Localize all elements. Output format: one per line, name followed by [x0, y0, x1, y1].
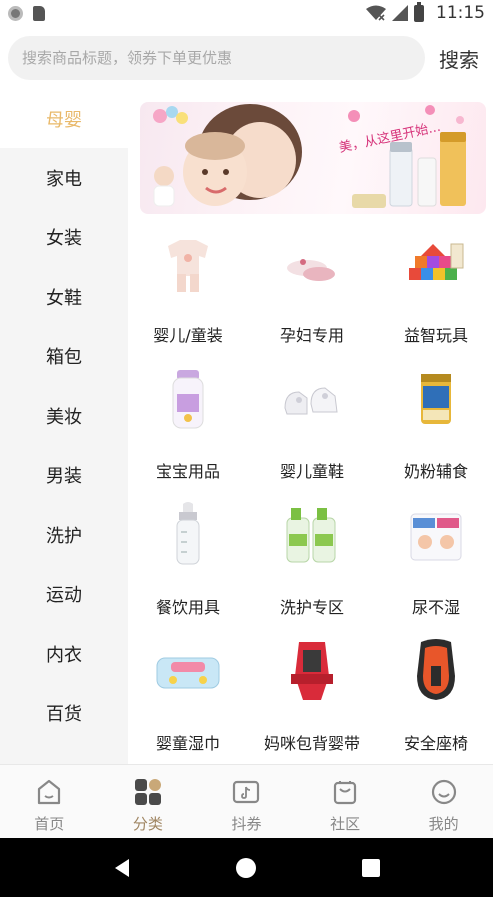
- subcategory-toys[interactable]: 益智玩具: [376, 228, 493, 358]
- subcategory-label: 餐饮用具: [155, 598, 220, 617]
- subcategory-baby-goods[interactable]: 宝宝用品: [128, 364, 248, 494]
- milk-powder-icon: [421, 374, 451, 424]
- tab-category[interactable]: 分类: [99, 765, 198, 838]
- maternity-shoes-icon: [287, 259, 335, 281]
- sidebar-item-yundong[interactable]: 运动: [0, 565, 128, 625]
- tab-home[interactable]: 首页: [0, 765, 99, 838]
- smile-icon: [431, 779, 456, 805]
- baby-carrier-icon: [291, 642, 333, 700]
- status-time: 11:15: [436, 3, 485, 23]
- subcategory-washing[interactable]: 洗护专区: [252, 500, 372, 630]
- promo-banner[interactable]: 美，从这里开始...: [140, 102, 486, 214]
- search-button[interactable]: 搜索: [439, 44, 479, 73]
- sidebar-item-nvzhuang[interactable]: 女装: [0, 208, 128, 268]
- subcategory-label: 孕妇专用: [279, 326, 344, 345]
- subcategory-milk-powder[interactable]: 奶粉辅食: [376, 364, 493, 494]
- detergent-icon: [286, 508, 336, 563]
- subcategory-baby-clothes[interactable]: 婴儿/童装: [128, 228, 248, 358]
- back-button[interactable]: [107, 853, 137, 883]
- subcategory-label: 奶粉辅食: [403, 462, 468, 481]
- search-input[interactable]: [22, 49, 425, 67]
- subcategory-diapers[interactable]: 尿不湿: [376, 500, 493, 630]
- search-bar: 搜索: [0, 34, 493, 82]
- notification-icon: [8, 5, 23, 21]
- subcategory-baby-carrier[interactable]: 妈咪包背婴带: [252, 636, 372, 766]
- category-icon: [134, 779, 161, 805]
- sidebar-item-muying[interactable]: 母婴: [0, 90, 128, 148]
- subcategory-car-seat[interactable]: 安全座椅: [376, 636, 493, 766]
- recents-button[interactable]: [356, 853, 386, 883]
- home-nav-button[interactable]: [231, 853, 261, 883]
- banner-illustration: 美，从这里开始...: [153, 104, 466, 208]
- tab-douquan[interactable]: 抖券: [197, 765, 296, 838]
- battery-icon: [414, 1, 424, 22]
- baby-lotion-icon: [172, 370, 204, 429]
- subcategory-label: 宝宝用品: [155, 462, 220, 481]
- tab-label: 分类: [132, 815, 163, 833]
- sd-card-icon: [33, 5, 45, 21]
- home-icon: [38, 779, 61, 805]
- tab-label: 社区: [330, 815, 361, 833]
- wet-wipes-icon: [156, 657, 220, 689]
- tab-label: 首页: [34, 815, 65, 833]
- wifi-icon: [366, 5, 386, 21]
- douyin-icon: [233, 780, 260, 804]
- building-blocks-icon: [409, 243, 464, 280]
- subcategory-label: 洗护专区: [279, 598, 344, 617]
- status-bar: 11:15: [0, 0, 493, 26]
- category-sidebar: 母婴 家电 女装 女鞋 箱包 美妆 男装 洗护 运动 内衣 百货: [0, 90, 128, 764]
- subcategory-label: 益智玩具: [403, 326, 468, 345]
- tab-community[interactable]: 社区: [296, 765, 395, 838]
- sidebar-item-jiadian[interactable]: 家电: [0, 148, 128, 208]
- home-circle-icon: [236, 857, 257, 878]
- subcategory-maternity[interactable]: 孕妇专用: [252, 228, 372, 358]
- subcategory-baby-shoes[interactable]: 婴儿童鞋: [252, 364, 372, 494]
- baby-clothes-icon: [168, 240, 208, 292]
- sidebar-item-xiangbao[interactable]: 箱包: [0, 327, 128, 387]
- subcategory-label: 安全座椅: [403, 734, 468, 753]
- sidebar-item-xihu[interactable]: 洗护: [0, 505, 128, 565]
- subcategory-label: 妈咪包背婴带: [263, 734, 360, 753]
- baby-bottle-icon: [176, 502, 200, 565]
- search-box[interactable]: [8, 36, 425, 80]
- system-nav-bar: [0, 838, 493, 897]
- tab-label: 我的: [428, 815, 459, 833]
- recents-square-icon: [361, 858, 380, 877]
- bottom-tab-bar: 首页 分类 抖券 社区 我的: [0, 764, 493, 838]
- subcategory-label: 婴儿/童装: [153, 326, 223, 345]
- diaper-icon: [410, 513, 462, 561]
- car-seat-icon: [417, 639, 455, 700]
- subcategory-label: 婴童湿巾: [155, 734, 220, 753]
- sidebar-item-meizhuang[interactable]: 美妆: [0, 386, 128, 446]
- subcategory-feeding[interactable]: 餐饮用具: [128, 500, 248, 630]
- bag-icon: [333, 781, 357, 805]
- sidebar-item-nanzhuang[interactable]: 男装: [0, 446, 128, 506]
- signal-icon: [392, 5, 408, 21]
- baby-shoes-icon: [284, 387, 338, 415]
- category-content: 美，从这里开始... 婴儿/童装 孕妇专用 益智玩具 宝宝用品 婴儿童鞋 奶粉辅…: [128, 90, 493, 764]
- sidebar-item-neiyi[interactable]: 内衣: [0, 624, 128, 684]
- subcategory-label: 婴儿童鞋: [279, 462, 344, 481]
- back-triangle-icon: [115, 858, 130, 877]
- subcategory-label: 尿不湿: [411, 598, 460, 617]
- sidebar-item-baihuo[interactable]: 百货: [0, 684, 128, 744]
- sidebar-item-nvxie[interactable]: 女鞋: [0, 267, 128, 327]
- tab-mine[interactable]: 我的: [394, 765, 493, 838]
- tab-label: 抖券: [231, 815, 262, 833]
- subcategory-wet-wipes[interactable]: 婴童湿巾: [128, 636, 248, 766]
